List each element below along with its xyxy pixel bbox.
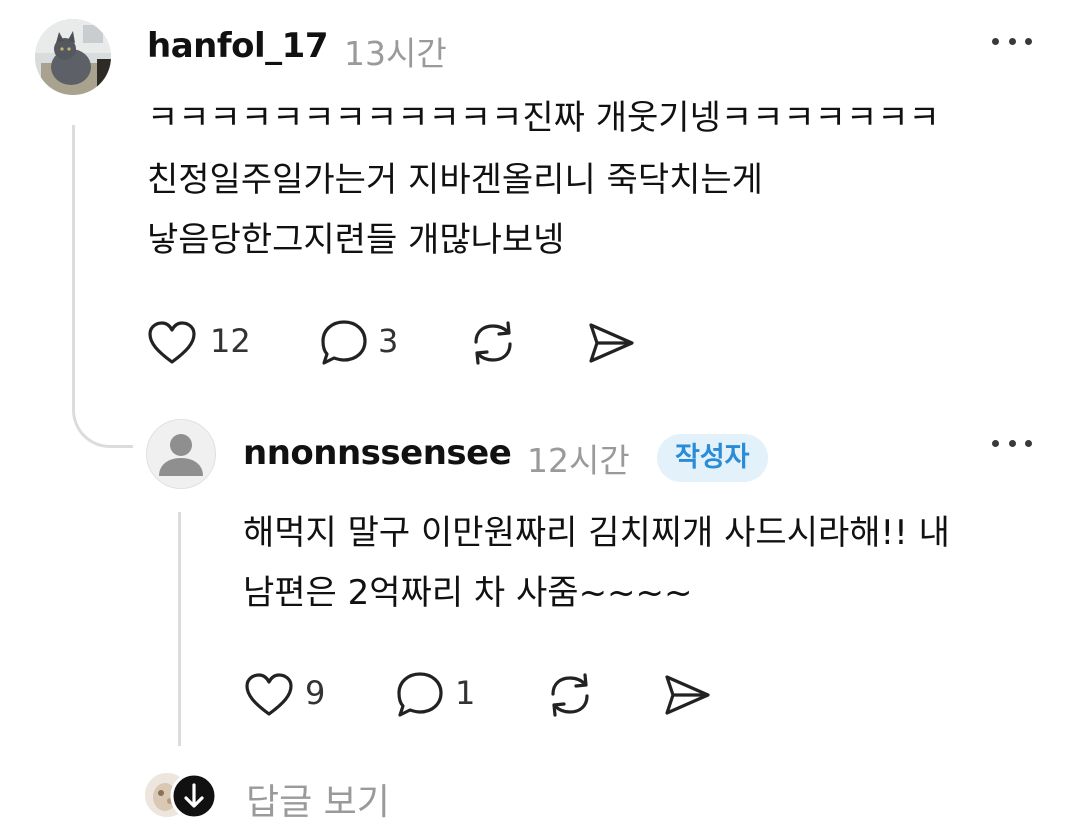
reply-text-line: 남편은 2억짜리 차 사줌~~~~ bbox=[243, 573, 693, 613]
view-replies-link[interactable]: 답글 보기 bbox=[246, 773, 390, 825]
send-icon[interactable] bbox=[586, 320, 636, 366]
reply-count: 1 bbox=[455, 674, 476, 712]
reply-text-line: 해먹지 말구 이만원짜리 김치찌개 사드시라해!! 내 bbox=[243, 513, 950, 553]
reply-thread-line bbox=[178, 512, 181, 746]
repost-icon[interactable] bbox=[545, 670, 595, 720]
heart-icon[interactable] bbox=[244, 672, 294, 718]
heart-icon[interactable] bbox=[147, 320, 197, 366]
default-user-avatar-icon bbox=[147, 420, 215, 488]
repost-icon[interactable] bbox=[468, 318, 518, 368]
avatar[interactable] bbox=[146, 419, 216, 489]
comment-timestamp: 13시간 bbox=[344, 34, 447, 73]
author-badge: 작성자 bbox=[657, 434, 768, 482]
reply-username[interactable]: nnonnssensee bbox=[243, 433, 512, 473]
like-count: 12 bbox=[210, 322, 251, 360]
comment-text-line: 친정일주일가는거 지바겐올리니 죽닥치는게 bbox=[147, 160, 763, 200]
comment-bubble-icon[interactable] bbox=[318, 318, 370, 368]
comment-text-line: 낳음당한그지련들 개많나보넹 bbox=[147, 220, 565, 260]
send-icon[interactable] bbox=[662, 672, 712, 718]
reply-timestamp: 12시간 bbox=[527, 441, 630, 480]
thread-connector bbox=[72, 125, 133, 448]
comment-text-line: ㅋㅋㅋㅋㅋㅋㅋㅋㅋㅋㅋㅋ진짜 개웃기넹ㅋㅋㅋㅋㅋㅋㅋ bbox=[147, 98, 940, 138]
comment-username[interactable]: hanfol_17 bbox=[147, 26, 328, 66]
reply-more-options-icon[interactable] bbox=[992, 438, 1032, 448]
comment-bubble-icon[interactable] bbox=[394, 670, 446, 720]
reply-count: 3 bbox=[378, 322, 399, 360]
like-count: 9 bbox=[305, 674, 326, 712]
comment-more-options-icon[interactable] bbox=[992, 36, 1032, 46]
cat-photo-avatar-icon bbox=[35, 19, 111, 95]
down-arrow-icon[interactable] bbox=[170, 772, 218, 820]
avatar[interactable] bbox=[35, 19, 111, 95]
